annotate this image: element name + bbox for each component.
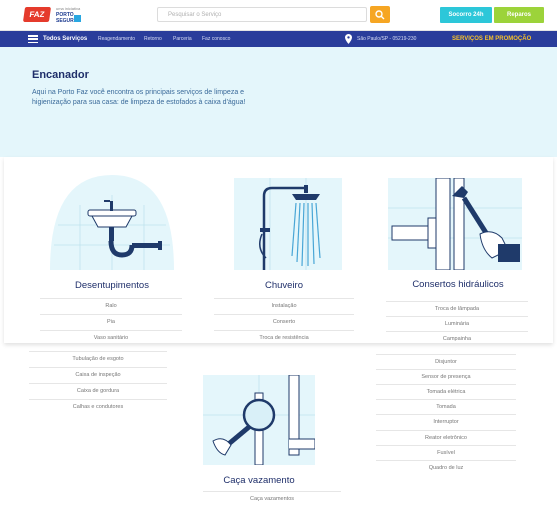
search-button[interactable] xyxy=(370,6,390,23)
hero-description: Aqui na Porto Faz você encontra os princ… xyxy=(32,89,246,106)
list-item[interactable]: Caixa de gordura xyxy=(29,383,167,399)
nav-link-parceria[interactable]: Parceria xyxy=(173,31,192,47)
list-item[interactable]: Caixa de inspeção xyxy=(29,367,167,383)
partner-line1: uma iniciativa xyxy=(56,6,81,11)
list-item[interactable]: Ralo xyxy=(40,298,182,314)
nav-bar: Todos Serviços Reagendamento Retorno Par… xyxy=(0,31,557,47)
list-item[interactable]: Sensor de presença xyxy=(376,369,516,385)
list-item[interactable]: Tomada elétrica xyxy=(376,384,516,400)
location-text[interactable]: São Paulo/SP - 05219-230 xyxy=(357,31,416,47)
partner-logo-mark xyxy=(74,15,81,22)
category-title-caca-vazamento[interactable]: Caça vazamento xyxy=(203,475,315,486)
list-item[interactable]: Caça vazamentos xyxy=(203,491,341,507)
list-item[interactable]: Luminária xyxy=(386,316,528,332)
search-input[interactable]: Pesquisar o Serviço xyxy=(157,7,367,22)
list-item[interactable]: Troca de lâmpada xyxy=(386,301,528,317)
list-item[interactable]: Reator eletrônico xyxy=(376,430,516,446)
list-item[interactable]: Campainha xyxy=(386,331,528,347)
list-item[interactable]: Interruptor xyxy=(376,414,516,430)
list-item[interactable]: Disjuntor xyxy=(376,354,516,370)
category-title-chuveiro[interactable]: Chuveiro xyxy=(212,280,356,291)
faz-logo[interactable]: FAZ xyxy=(22,7,52,22)
nav-link-reagendamento[interactable]: Reagendamento xyxy=(98,31,135,47)
list-item[interactable]: Calhas e condutores xyxy=(29,399,167,415)
porto-seguro-logo[interactable]: uma iniciativa PORTO SEGURO xyxy=(56,6,84,24)
shower-illustration xyxy=(234,178,342,270)
category-title-consertos-hidraulicos[interactable]: Consertos hidráulicos xyxy=(388,279,528,290)
list-item[interactable]: Troca de resistência xyxy=(214,330,354,346)
top-bar: FAZ uma iniciativa PORTO SEGURO Pesquisa… xyxy=(0,0,557,31)
quick-service-button[interactable]: Socorro 24h xyxy=(440,7,492,23)
location-pin-icon xyxy=(345,34,352,44)
sink-illustration xyxy=(50,175,174,270)
repair-button[interactable]: Reparos xyxy=(494,7,544,23)
list-item[interactable]: Conserto xyxy=(214,314,354,330)
leak-detection-illustration xyxy=(203,375,315,465)
nav-link-faz-conosco[interactable]: Faz conosco xyxy=(202,31,230,47)
category-title-desentupimentos[interactable]: Desentupimentos xyxy=(30,280,194,291)
list-item[interactable]: Instalação xyxy=(214,298,354,314)
hero-banner: Encanador Aqui na Porto Faz você encontr… xyxy=(0,47,557,157)
menu-icon[interactable] xyxy=(28,35,38,44)
list-item[interactable]: Tomada xyxy=(376,399,516,415)
list-item[interactable]: Fusível xyxy=(376,445,516,461)
logo-text: FAZ xyxy=(28,10,46,19)
list-item[interactable]: Pia xyxy=(40,314,182,330)
promo-link[interactable]: SERVIÇOS EM PROMOÇÃO xyxy=(452,31,531,47)
nav-link-retorno[interactable]: Retorno xyxy=(144,31,162,47)
search-icon xyxy=(375,10,385,20)
page-title: Encanador xyxy=(32,69,89,81)
list-item[interactable]: Tubulação de esgoto xyxy=(29,351,167,367)
all-services-menu[interactable]: Todos Serviços xyxy=(43,31,87,47)
wrench-pipe-illustration xyxy=(388,178,522,270)
list-item[interactable]: Vaso sanitário xyxy=(40,330,182,346)
list-item[interactable]: Quadro de luz xyxy=(376,460,516,476)
